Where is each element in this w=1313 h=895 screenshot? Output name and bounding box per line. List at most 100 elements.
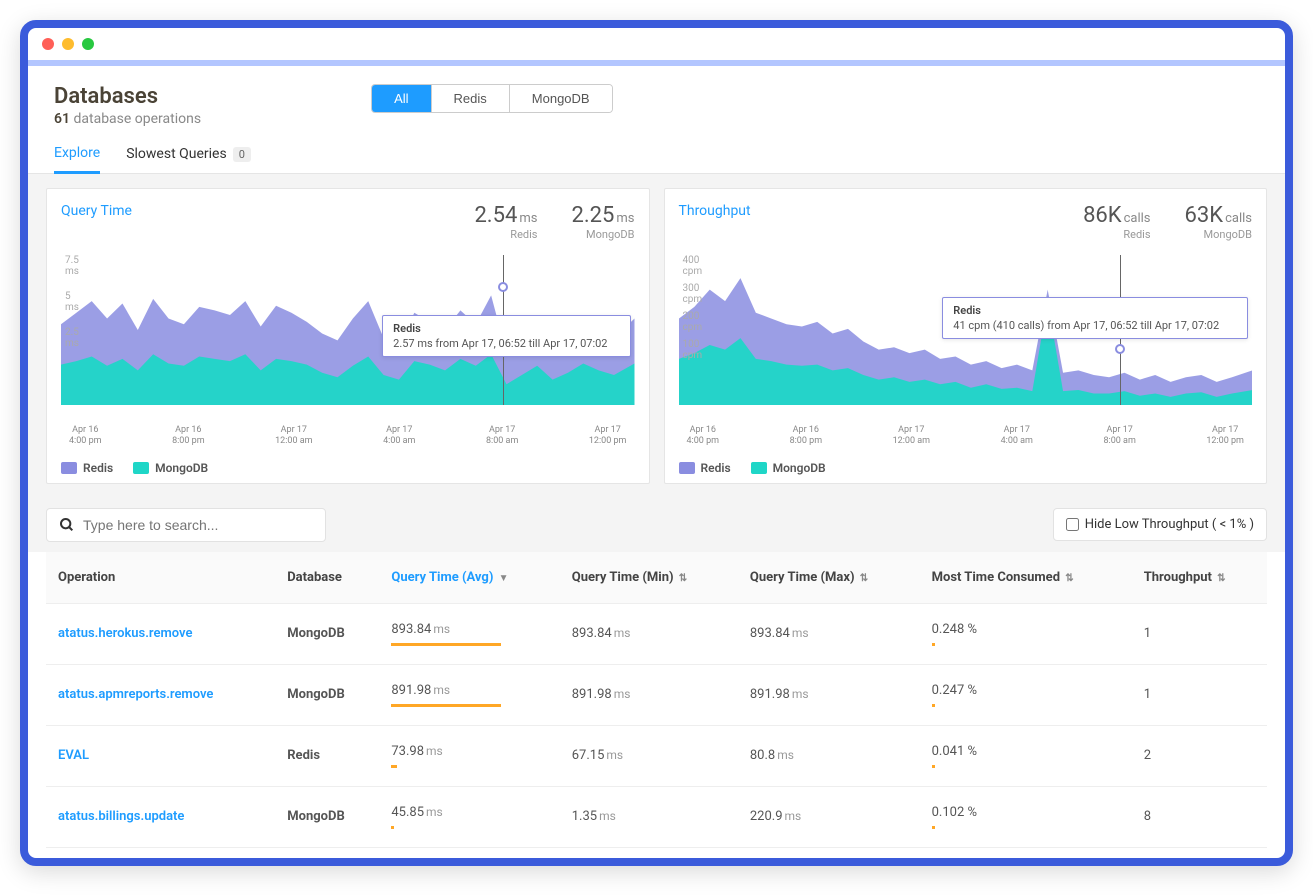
db-cell: MongoDB	[275, 786, 379, 847]
max-cell: 891.98ms	[738, 664, 920, 725]
chart-stat: 86KcallsRedis	[1083, 203, 1150, 241]
min-cell: 893.84ms	[560, 603, 738, 664]
x-tick: Apr 174:00 am	[1001, 425, 1033, 447]
mtc-cell: 0.248 %	[920, 603, 1132, 664]
col-query-time-max-[interactable]: Query Time (Max) ⇅	[738, 552, 920, 604]
filter-redis[interactable]: Redis	[432, 85, 510, 112]
chart-title: Query Time	[61, 203, 132, 219]
tab-slowest-queries[interactable]: Slowest Queries0	[126, 145, 251, 173]
mtc-cell: 0.102 %	[920, 786, 1132, 847]
bar-indicator	[932, 826, 935, 829]
bar-indicator	[932, 765, 935, 768]
close-icon[interactable]	[42, 38, 54, 50]
operation-link[interactable]: EVAL	[58, 748, 89, 763]
y-tick: 100 cpm	[683, 339, 703, 361]
avg-cell: 45.85ms	[379, 786, 559, 847]
tooltip-title: Redis	[953, 304, 1237, 317]
legend-item-mongodb[interactable]: MongoDB	[751, 461, 826, 475]
search-icon	[59, 517, 75, 533]
maximize-icon[interactable]	[82, 38, 94, 50]
min-cell: 891.98ms	[560, 664, 738, 725]
filter-all[interactable]: All	[372, 85, 431, 112]
search-input[interactable]	[83, 517, 313, 533]
col-query-time-min-[interactable]: Query Time (Min) ⇅	[560, 552, 738, 604]
chart-legend: Redis MongoDB	[679, 455, 1253, 475]
minimize-icon[interactable]	[62, 38, 74, 50]
avg-cell: 893.84ms	[379, 603, 559, 664]
tab-explore[interactable]: Explore	[54, 145, 100, 174]
tooltip-text: 2.57 ms from Apr 17, 06:52 till Apr 17, …	[393, 337, 619, 350]
sort-icon: ⇅	[679, 573, 687, 584]
y-tick: 7.5 ms	[65, 255, 79, 277]
col-operation: Operation	[46, 552, 275, 604]
query-time-card: Query Time 2.54msRedis 2.25msMongoDB 7.5 …	[46, 188, 650, 484]
col-query-time-avg-[interactable]: Query Time (Avg) ▼	[379, 552, 559, 604]
window-titlebar	[28, 28, 1285, 66]
hide-low-label: Hide Low Throughput ( < 1% )	[1085, 517, 1254, 532]
bar-indicator	[932, 704, 935, 707]
operation-count-label: database operations	[73, 111, 201, 127]
search-box[interactable]	[46, 508, 326, 542]
chart-title: Throughput	[679, 203, 751, 219]
db-cell: Redis	[275, 725, 379, 786]
chart-tooltip: Redis 41 cpm (410 calls) from Apr 17, 06…	[942, 297, 1248, 339]
col-most-time-consumed[interactable]: Most Time Consumed ⇅	[920, 552, 1132, 604]
chart-legend: Redis MongoDB	[61, 455, 635, 475]
y-tick: 200 cpm	[683, 311, 703, 333]
sort-icon: ⇅	[1217, 573, 1225, 584]
tab-badge: 0	[233, 147, 251, 162]
operation-count: 61	[54, 111, 70, 127]
x-tick: Apr 1712:00 am	[893, 425, 930, 447]
x-tick: Apr 1712:00 pm	[1206, 425, 1244, 447]
operation-link[interactable]: atatus.apmreports.remove	[58, 687, 213, 702]
y-tick: 400 cpm	[683, 255, 703, 277]
chart-stat: 2.25msMongoDB	[571, 203, 634, 241]
operations-table: OperationDatabaseQuery Time (Avg) ▼Query…	[46, 552, 1267, 848]
mtc-cell: 0.041 %	[920, 725, 1132, 786]
operation-link[interactable]: atatus.herokus.remove	[58, 626, 192, 641]
mtc-cell: 0.247 %	[920, 664, 1132, 725]
db-filter-segmented: AllRedisMongoDB	[371, 84, 613, 113]
db-cell: MongoDB	[275, 664, 379, 725]
avg-cell: 73.98ms	[379, 725, 559, 786]
x-tick: Apr 178:00 am	[1103, 425, 1135, 447]
sort-icon: ⇅	[1065, 573, 1073, 584]
sort-icon: ⇅	[860, 573, 868, 584]
operation-link[interactable]: atatus.billings.update	[58, 809, 184, 824]
bar-indicator	[391, 704, 501, 707]
page-subtitle: 61 database operations	[54, 111, 201, 127]
legend-item-redis[interactable]: Redis	[61, 461, 113, 475]
query-time-chart[interactable]: 7.5 ms5 ms2.5 ms Redis 2.57 ms from Apr …	[61, 255, 635, 425]
min-cell: 67.15ms	[560, 725, 738, 786]
hide-low-checkbox[interactable]	[1066, 518, 1079, 531]
hide-low-throughput-toggle[interactable]: Hide Low Throughput ( < 1% )	[1053, 508, 1267, 541]
page-title: Databases	[54, 84, 201, 109]
col-throughput[interactable]: Throughput ⇅	[1132, 552, 1267, 604]
throughput-cell: 1	[1132, 664, 1267, 725]
max-cell: 893.84ms	[738, 603, 920, 664]
max-cell: 220.9ms	[738, 786, 920, 847]
x-tick: Apr 174:00 am	[383, 425, 415, 447]
x-tick: Apr 1712:00 am	[275, 425, 312, 447]
y-tick: 5 ms	[65, 291, 79, 313]
avg-cell: 891.98ms	[379, 664, 559, 725]
chart-stat: 63KcallsMongoDB	[1185, 203, 1252, 241]
throughput-chart[interactable]: 400 cpm300 cpm200 cpm100 cpm Redis 41 cp…	[679, 255, 1253, 425]
legend-item-redis[interactable]: Redis	[679, 461, 731, 475]
x-tick: Apr 164:00 pm	[687, 425, 720, 447]
y-tick: 2.5 ms	[65, 327, 79, 349]
x-tick: Apr 1712:00 pm	[589, 425, 627, 447]
max-cell: 80.8ms	[738, 725, 920, 786]
sort-desc-icon: ▼	[499, 573, 509, 584]
chart-stat: 2.54msRedis	[474, 203, 537, 241]
filter-mongodb[interactable]: MongoDB	[510, 85, 612, 112]
legend-item-mongodb[interactable]: MongoDB	[133, 461, 208, 475]
throughput-cell: 2	[1132, 725, 1267, 786]
db-cell: MongoDB	[275, 603, 379, 664]
x-tick: Apr 164:00 pm	[69, 425, 102, 447]
bar-indicator	[391, 643, 501, 646]
x-tick: Apr 178:00 am	[486, 425, 518, 447]
table-row: atatus.billings.update MongoDB 45.85ms 1…	[46, 786, 1267, 847]
x-tick: Apr 168:00 pm	[790, 425, 823, 447]
app-window: Databases 61 database operations AllRedi…	[20, 20, 1293, 866]
